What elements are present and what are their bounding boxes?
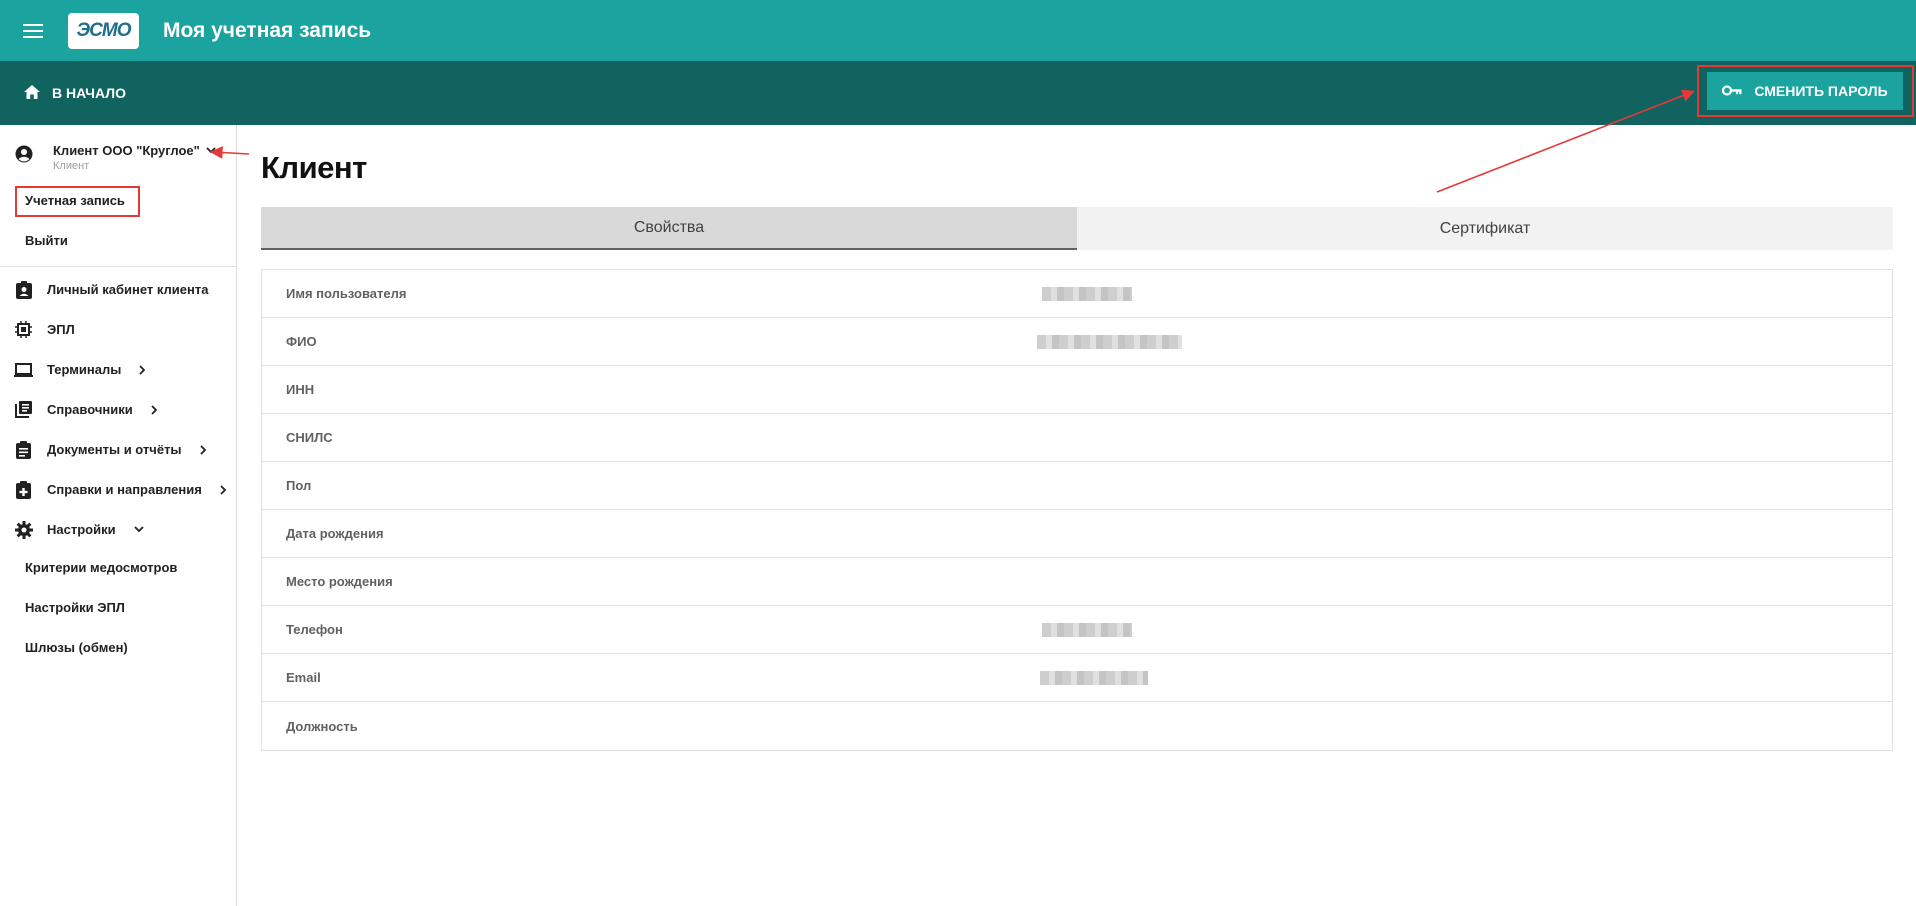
logo-text: ЭСМО <box>76 19 132 41</box>
chevron-right-icon <box>139 364 146 375</box>
sidebar-item-documents[interactable]: Документы и отчёты <box>14 440 207 459</box>
property-label: Email <box>286 670 321 685</box>
sidebar-subitem-gateways[interactable]: Шлюзы (обмен) <box>25 640 128 655</box>
chevron-down-icon <box>133 526 144 533</box>
user-role: Клиент <box>53 160 90 172</box>
chevron-right-icon <box>151 404 158 415</box>
property-label: Должность <box>286 718 358 734</box>
home-link[interactable]: В НАЧАЛО <box>24 84 126 102</box>
table-row: Место рождения <box>262 558 1892 606</box>
logout-link[interactable]: Выйти <box>25 233 68 248</box>
home-icon <box>24 84 40 102</box>
sidebar-item-terminals[interactable]: Терминалы <box>14 360 146 379</box>
tab-properties[interactable]: Свойства <box>261 207 1077 250</box>
sidebar-item-label: Личный кабинет клиента <box>47 282 209 297</box>
property-label: ИНН <box>286 382 315 397</box>
table-row: СНИЛС <box>262 414 1892 462</box>
sidebar-item-label: Документы и отчёты <box>47 442 182 457</box>
page-title: Клиент <box>261 150 367 185</box>
sidebar-divider <box>0 266 236 267</box>
tab-certificate[interactable]: Сертификат <box>1077 207 1893 250</box>
table-row: Должность <box>262 702 1892 750</box>
property-label: Имя пользователя <box>286 286 407 301</box>
page-heading: Моя учетная запись <box>163 18 372 42</box>
property-label: СНИЛС <box>286 430 333 445</box>
sidebar-subitem-epl-settings[interactable]: Настройки ЭПЛ <box>25 600 125 615</box>
sidebar-item-label: Справки и направления <box>47 482 202 497</box>
chip-icon <box>14 320 33 339</box>
laptop-icon <box>14 360 33 379</box>
blurred-value <box>1042 286 1132 301</box>
sidebar-item-settings[interactable]: Настройки <box>14 520 144 539</box>
chevron-right-icon <box>199 444 207 455</box>
app-bar: ЭСМО Моя учетная запись <box>0 0 1916 61</box>
sidebar-item-epl[interactable]: ЭПЛ <box>14 320 75 339</box>
table-row: Имя пользователя <box>262 270 1892 318</box>
table-row: Дата рождения <box>262 510 1892 558</box>
sidebar-item-label: Настройки <box>47 522 116 537</box>
sidebar-item-label: Справочники <box>47 402 133 417</box>
client-cabinet-icon <box>14 280 33 299</box>
blurred-value <box>1037 334 1182 349</box>
chevron-right-icon <box>220 484 227 495</box>
sidebar-item-references[interactable]: Справочники <box>14 400 158 419</box>
change-password-button[interactable]: СМЕНИТЬ ПАРОЛЬ <box>1707 72 1903 110</box>
property-label: ФИО <box>286 334 317 349</box>
key-icon <box>1722 83 1742 99</box>
menu-icon[interactable] <box>18 16 48 46</box>
sidebar-item-certificates[interactable]: Справки и направления <box>14 480 227 499</box>
property-label: Дата рождения <box>286 526 384 541</box>
blurred-value <box>1042 622 1132 637</box>
chevron-down-icon <box>206 147 216 154</box>
table-row: ИНН <box>262 366 1892 414</box>
sidebar-subitem-exam-criteria[interactable]: Критерии медосмотров <box>25 560 177 575</box>
table-row: Email <box>262 654 1892 702</box>
table-row: Телефон <box>262 606 1892 654</box>
home-label: В НАЧАЛО <box>52 85 126 101</box>
blurred-value <box>1040 670 1148 685</box>
table-row: Пол <box>262 462 1892 510</box>
sidebar-item-label: Терминалы <box>47 362 122 377</box>
properties-table: Имя пользователя ФИО ИНН СНИЛС Пол Дата … <box>261 269 1893 751</box>
table-row: ФИО <box>262 318 1892 366</box>
gear-icon <box>14 520 33 539</box>
user-name: Клиент ООО "Круглое" <box>53 143 200 158</box>
toolbar: В НАЧАЛО СМЕНИТЬ ПАРОЛЬ <box>0 61 1916 125</box>
clipboard-icon <box>14 440 33 459</box>
change-password-label: СМЕНИТЬ ПАРОЛЬ <box>1754 83 1888 99</box>
sidebar-item-client-cabinet[interactable]: Личный кабинет клиента <box>14 280 208 299</box>
tab-bar: Свойства Сертификат <box>261 207 1893 250</box>
user-menu-toggle[interactable]: Клиент ООО "Круглое" Клиент <box>14 143 216 172</box>
property-label: Место рождения <box>286 574 393 589</box>
sidebar: Клиент ООО "Круглое" Клиент Учетная запи… <box>0 125 237 906</box>
medical-bag-icon <box>14 480 33 499</box>
account-link[interactable]: Учетная запись <box>25 193 125 208</box>
property-label: Пол <box>286 478 312 493</box>
app-logo[interactable]: ЭСМО <box>68 12 139 49</box>
library-icon <box>14 400 33 419</box>
sidebar-item-label: ЭПЛ <box>47 322 75 337</box>
property-label: Телефон <box>286 622 343 637</box>
account-circle-icon <box>14 144 33 163</box>
